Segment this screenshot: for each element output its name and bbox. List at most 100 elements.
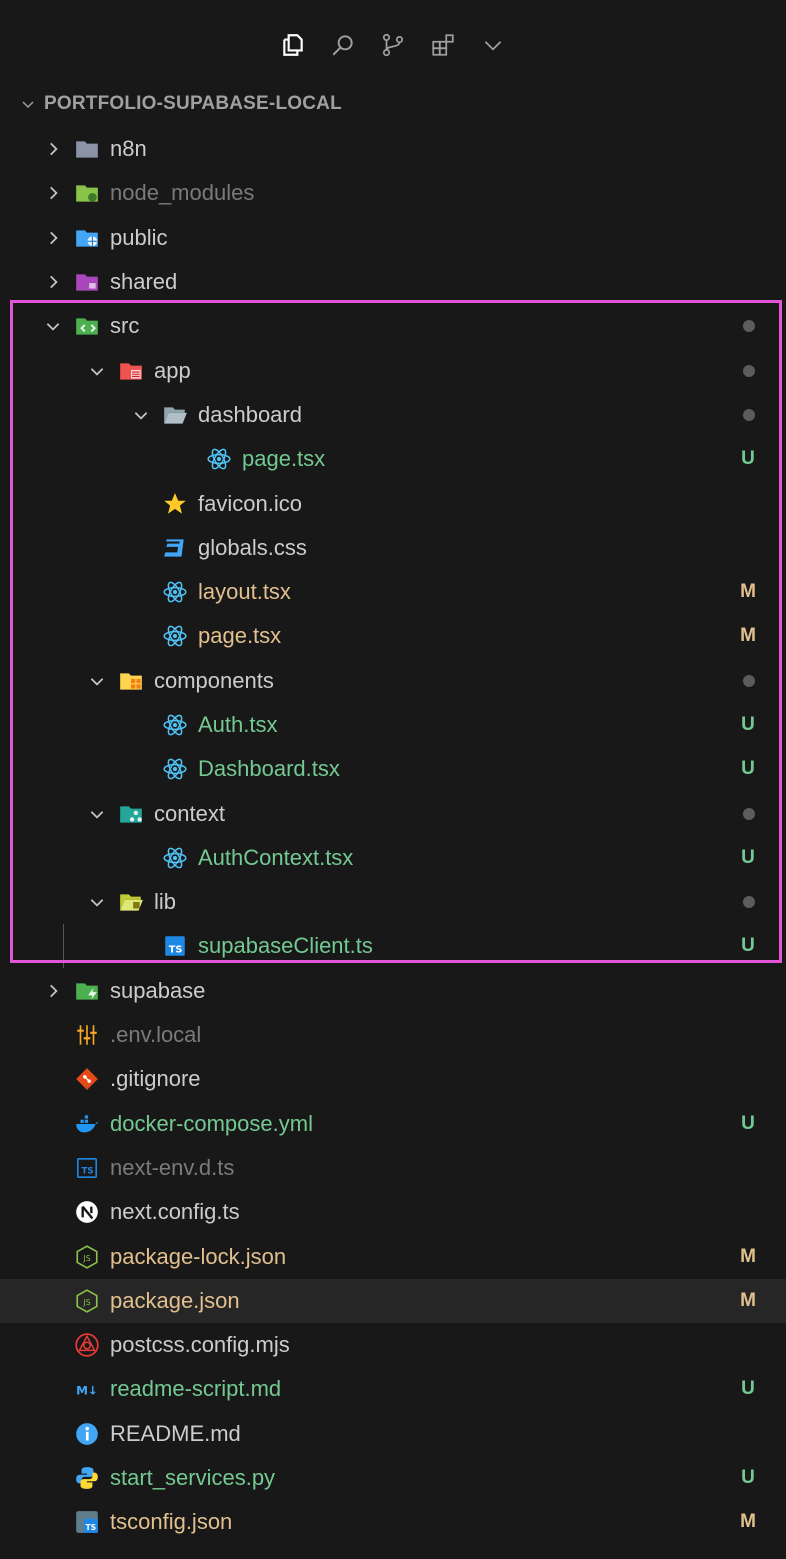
folder-row[interactable]: src xyxy=(0,304,786,348)
react-icon xyxy=(162,579,188,605)
explorer-icon[interactable] xyxy=(268,20,318,70)
chevron-down-icon[interactable] xyxy=(468,20,518,70)
file-row[interactable]: start_services.py U xyxy=(0,1456,786,1500)
chevron-right-icon[interactable] xyxy=(44,140,62,158)
folder-open-icon xyxy=(162,402,188,428)
file-row[interactable]: README.md xyxy=(0,1412,786,1456)
file-row[interactable]: layout.tsx M xyxy=(0,570,786,614)
folder-components-icon xyxy=(118,668,144,694)
folder-gray-icon xyxy=(74,136,100,162)
file-label: .gitignore xyxy=(110,1066,201,1092)
activity-bar xyxy=(0,0,786,90)
folder-row[interactable]: lib xyxy=(0,880,786,924)
chevron-down-icon[interactable] xyxy=(88,362,106,380)
folder-row[interactable]: dashboard xyxy=(0,393,786,437)
file-label: favicon.ico xyxy=(198,490,302,516)
file-label: next.config.ts xyxy=(110,1199,240,1225)
folder-row[interactable]: node_modules xyxy=(0,171,786,215)
star-icon xyxy=(162,491,188,517)
chevron-down-icon[interactable] xyxy=(44,317,62,335)
chevron-down-icon[interactable] xyxy=(88,805,106,823)
folder-row[interactable]: app xyxy=(0,348,786,392)
git-status-badge: U xyxy=(741,448,755,470)
file-row[interactable]: .gitignore xyxy=(0,1057,786,1101)
file-row[interactable]: TS tsconfig.json M xyxy=(0,1500,786,1544)
file-label: page.tsx xyxy=(242,446,326,472)
file-row[interactable]: docker-compose.yml U xyxy=(0,1102,786,1146)
folder-row[interactable]: n8n xyxy=(0,127,786,171)
folder-label: lib xyxy=(154,889,177,915)
git-status-badge: U xyxy=(741,1467,755,1489)
folder-app-icon xyxy=(118,358,144,384)
folder-row[interactable]: context xyxy=(0,791,786,835)
file-label: readme-script.md xyxy=(110,1376,282,1402)
folder-label: components xyxy=(154,667,274,693)
chevron-down-icon[interactable] xyxy=(88,672,106,690)
file-row[interactable]: M↓ readme-script.md U xyxy=(0,1367,786,1411)
folder-row[interactable]: supabase xyxy=(0,969,786,1013)
svg-text:TS: TS xyxy=(85,1523,96,1532)
folder-row[interactable]: components xyxy=(0,659,786,703)
env-icon xyxy=(74,1022,100,1048)
folder-node-icon xyxy=(74,180,100,206)
file-row[interactable]: next.config.ts xyxy=(0,1190,786,1234)
folder-label: supabase xyxy=(110,977,206,1003)
file-label: .env.local xyxy=(110,1022,202,1048)
file-row[interactable]: Auth.tsx U xyxy=(0,703,786,747)
chevron-right-icon[interactable] xyxy=(44,229,62,247)
file-label: page.tsx xyxy=(198,623,282,649)
folder-row[interactable]: public xyxy=(0,216,786,260)
chevron-down-icon[interactable] xyxy=(88,893,106,911)
file-row[interactable]: JS package-lock.json M xyxy=(0,1234,786,1278)
file-label: layout.tsx xyxy=(198,579,291,605)
file-row[interactable]: page.tsx U xyxy=(0,437,786,481)
git-status-badge: U xyxy=(741,846,755,868)
search-icon[interactable] xyxy=(318,20,368,70)
chevron-down-icon[interactable] xyxy=(132,406,150,424)
react-icon xyxy=(162,845,188,871)
extensions-icon[interactable] xyxy=(418,20,468,70)
file-row[interactable]: Dashboard.tsx U xyxy=(0,747,786,791)
chevron-right-icon[interactable] xyxy=(44,184,62,202)
git-status-badge: U xyxy=(741,1378,755,1400)
file-row[interactable]: AuthContext.tsx U xyxy=(0,836,786,880)
indent-guide xyxy=(63,924,64,968)
file-row[interactable]: page.tsx M xyxy=(0,614,786,658)
explorer-section-header[interactable]: PORTFOLIO-SUPABASE-LOCAL xyxy=(20,84,342,124)
file-label: docker-compose.yml xyxy=(110,1110,313,1136)
ts-outline-icon: TS xyxy=(74,1155,100,1181)
chevron-right-icon[interactable] xyxy=(44,982,62,1000)
folder-src-icon xyxy=(74,313,100,339)
folder-row[interactable]: shared xyxy=(0,260,786,304)
git-status-badge: M xyxy=(740,1245,756,1267)
git-status-dot xyxy=(743,364,755,377)
file-row[interactable]: TS next-env.d.ts xyxy=(0,1146,786,1190)
folder-supabase-icon xyxy=(74,978,100,1004)
markdown-icon: M↓ xyxy=(74,1376,100,1402)
folder-label: n8n xyxy=(110,136,147,162)
react-icon xyxy=(162,623,188,649)
file-label: globals.css xyxy=(198,534,307,560)
file-row[interactable]: TS supabaseClient.ts U xyxy=(0,924,786,968)
file-label: package-lock.json xyxy=(110,1243,287,1269)
chevron-right-icon[interactable] xyxy=(44,273,62,291)
file-tree: n8n node_modules public shared src app dashboa… xyxy=(0,127,786,1545)
next-icon xyxy=(74,1199,100,1225)
react-icon xyxy=(162,712,188,738)
file-row[interactable]: favicon.ico xyxy=(0,481,786,525)
file-row[interactable]: .env.local xyxy=(0,1013,786,1057)
file-row[interactable]: JS package.json M xyxy=(0,1278,786,1324)
git-status-badge: M xyxy=(740,625,756,647)
file-row[interactable]: globals.css xyxy=(0,526,786,570)
source-control-icon[interactable] xyxy=(368,20,418,70)
file-row[interactable]: postcss.config.mjs xyxy=(0,1323,786,1367)
